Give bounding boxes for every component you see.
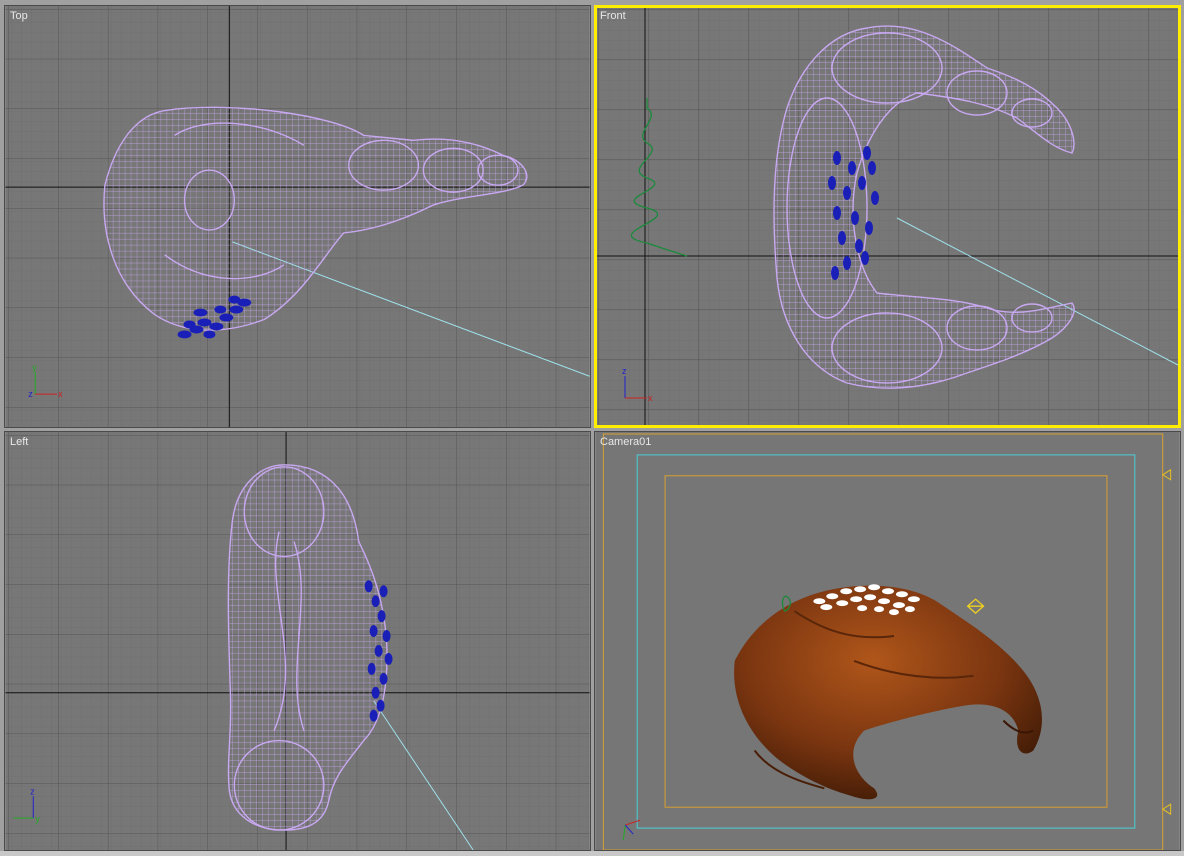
axis-y-label: y [35,814,40,824]
status-strip [0,851,1184,856]
viewport-left-canvas[interactable]: z y [5,432,590,850]
viewport-front[interactable]: z x Front [594,5,1181,428]
axis-z-label: z [622,366,627,376]
axis-x-label: x [648,393,653,403]
axis-x-label: x [58,389,63,399]
viewport-camera[interactable]: Camera01 [594,431,1181,851]
viewport-label-top[interactable]: Top [10,10,28,22]
axis-z-label: z [28,389,33,399]
viewport-label-camera[interactable]: Camera01 [600,436,651,448]
viewport-label-front[interactable]: Front [600,10,626,22]
viewport-camera-canvas[interactable] [595,432,1180,850]
axis-z-label: z [30,786,35,796]
viewport-left[interactable]: z y Left [4,431,591,851]
viewport-label-left[interactable]: Left [10,436,28,448]
viewport-top-canvas[interactable]: y x z [5,6,590,427]
axis-y-label: y [32,362,37,372]
viewport-top[interactable]: y x z Top [4,5,591,428]
viewport-front-canvas[interactable]: z x [597,8,1178,425]
